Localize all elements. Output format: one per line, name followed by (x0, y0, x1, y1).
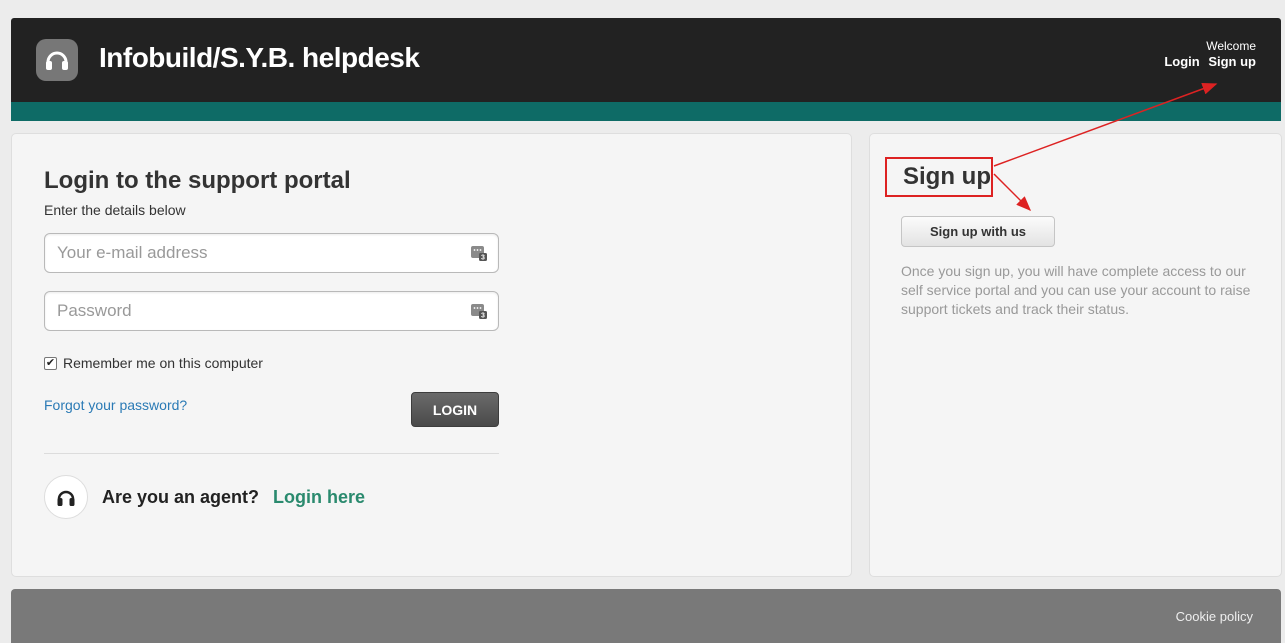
login-button[interactable]: LOGIN (411, 392, 499, 427)
login-panel: Login to the support portal Enter the de… (11, 133, 852, 577)
agent-login-row: Are you an agent? Login here (44, 475, 365, 519)
login-heading: Login to the support portal (44, 167, 351, 194)
remember-me[interactable]: ✔ Remember me on this computer (44, 355, 263, 371)
headset-icon (44, 475, 88, 519)
remember-label: Remember me on this computer (63, 355, 263, 371)
header-signup-link[interactable]: Sign up (1208, 54, 1256, 69)
divider (44, 453, 499, 454)
agent-login-link[interactable]: Login here (273, 487, 365, 508)
header-login-link[interactable]: Login (1164, 54, 1199, 69)
signup-panel: Sign up Sign up with us Once you sign up… (869, 133, 1282, 577)
user-nav: Welcome Login Sign up (1159, 39, 1256, 69)
email-field[interactable] (45, 234, 445, 272)
password-manager-icon[interactable]: 3 (470, 302, 488, 320)
forgot-password-link[interactable]: Forgot your password? (44, 397, 187, 413)
headset-icon (36, 39, 78, 81)
remember-checkbox[interactable]: ✔ (44, 356, 57, 370)
password-field[interactable] (45, 292, 445, 330)
portal-title: Infobuild/S.Y.B. helpdesk (99, 42, 420, 73)
welcome-text: Welcome (1206, 39, 1256, 53)
cookie-policy-link[interactable]: Cookie policy (1176, 609, 1253, 624)
site-header: Infobuild/S.Y.B. helpdesk Welcome Login … (11, 18, 1281, 121)
password-field-wrapper: 3 (44, 291, 499, 331)
signup-button[interactable]: Sign up with us (901, 216, 1055, 247)
signup-heading: Sign up (885, 157, 993, 197)
agent-question: Are you an agent? (102, 486, 260, 507)
svg-text:3: 3 (481, 255, 485, 262)
email-field-wrapper: 3 (44, 233, 499, 273)
site-footer: Cookie policy (11, 589, 1281, 643)
signup-description: Once you sign up, you will have complete… (901, 263, 1251, 317)
svg-text:3: 3 (481, 313, 485, 320)
password-manager-icon[interactable]: 3 (470, 244, 488, 262)
login-subheading: Enter the details below (44, 202, 186, 218)
